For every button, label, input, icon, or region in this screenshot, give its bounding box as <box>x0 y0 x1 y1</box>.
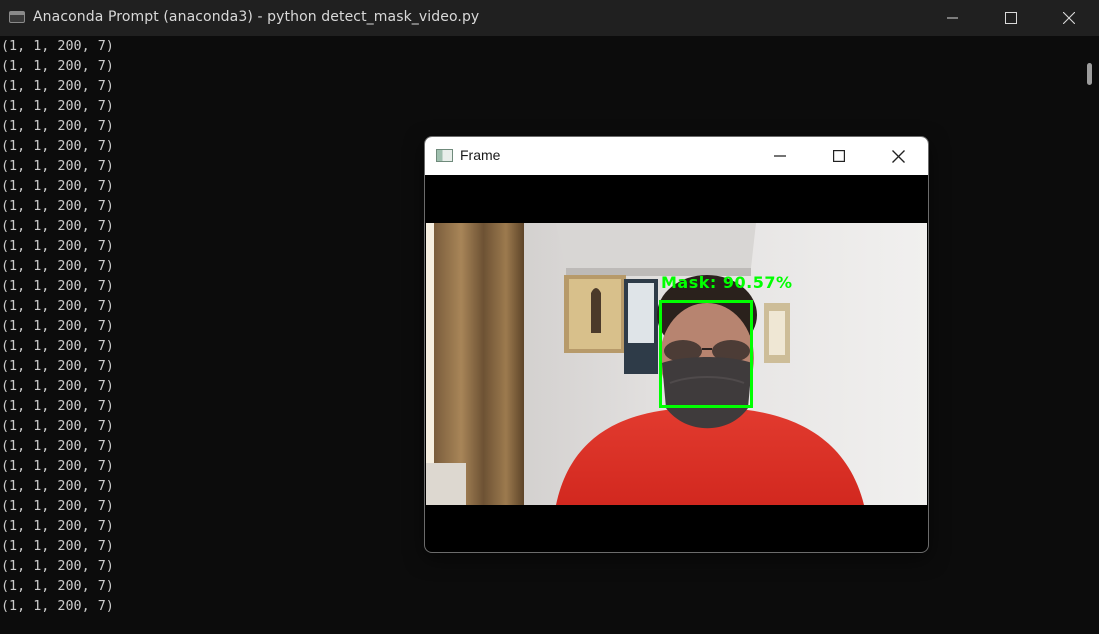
scrollbar-track[interactable] <box>1080 37 1099 634</box>
maximize-button[interactable] <box>982 0 1040 36</box>
maximize-icon <box>1005 12 1017 24</box>
minimize-button[interactable] <box>924 0 982 36</box>
close-icon <box>891 149 905 163</box>
console-line: (1, 1, 200, 7) <box>1 39 114 54</box>
video-feed: Mask: 90.57% <box>426 223 927 505</box>
scrollbar-thumb[interactable] <box>1087 63 1092 85</box>
console-line: (1, 1, 200, 7) <box>1 559 114 574</box>
frame-window: Frame Mask: 90.57% <box>425 137 928 552</box>
console-line: (1, 1, 200, 7) <box>1 79 114 94</box>
minimize-icon <box>947 17 958 19</box>
console-line: (1, 1, 200, 7) <box>1 59 114 74</box>
console-line: (1, 1, 200, 7) <box>1 119 114 134</box>
frame-maximize-button[interactable] <box>810 137 868 175</box>
console-line: (1, 1, 200, 7) <box>1 579 114 594</box>
frame-close-button[interactable] <box>869 137 927 175</box>
terminal-title-bar: Anaconda Prompt (anaconda3) - python det… <box>0 0 1099 36</box>
terminal-icon <box>9 11 25 23</box>
close-icon <box>1063 12 1075 24</box>
console-line: (1, 1, 200, 7) <box>1 99 114 114</box>
maximize-icon <box>833 150 845 162</box>
window-title: Anaconda Prompt (anaconda3) - python det… <box>33 9 480 25</box>
image-window-icon <box>436 149 453 162</box>
console-line: (1, 1, 200, 7) <box>1 599 114 614</box>
minimize-icon <box>774 155 786 157</box>
frame-title-bar: Frame <box>425 137 928 175</box>
close-button[interactable] <box>1040 0 1098 36</box>
frame-minimize-button[interactable] <box>751 137 809 175</box>
detection-bounding-box <box>659 300 753 408</box>
detection-label: Mask: 90.57% <box>661 273 793 292</box>
frame-title: Frame <box>460 147 501 163</box>
